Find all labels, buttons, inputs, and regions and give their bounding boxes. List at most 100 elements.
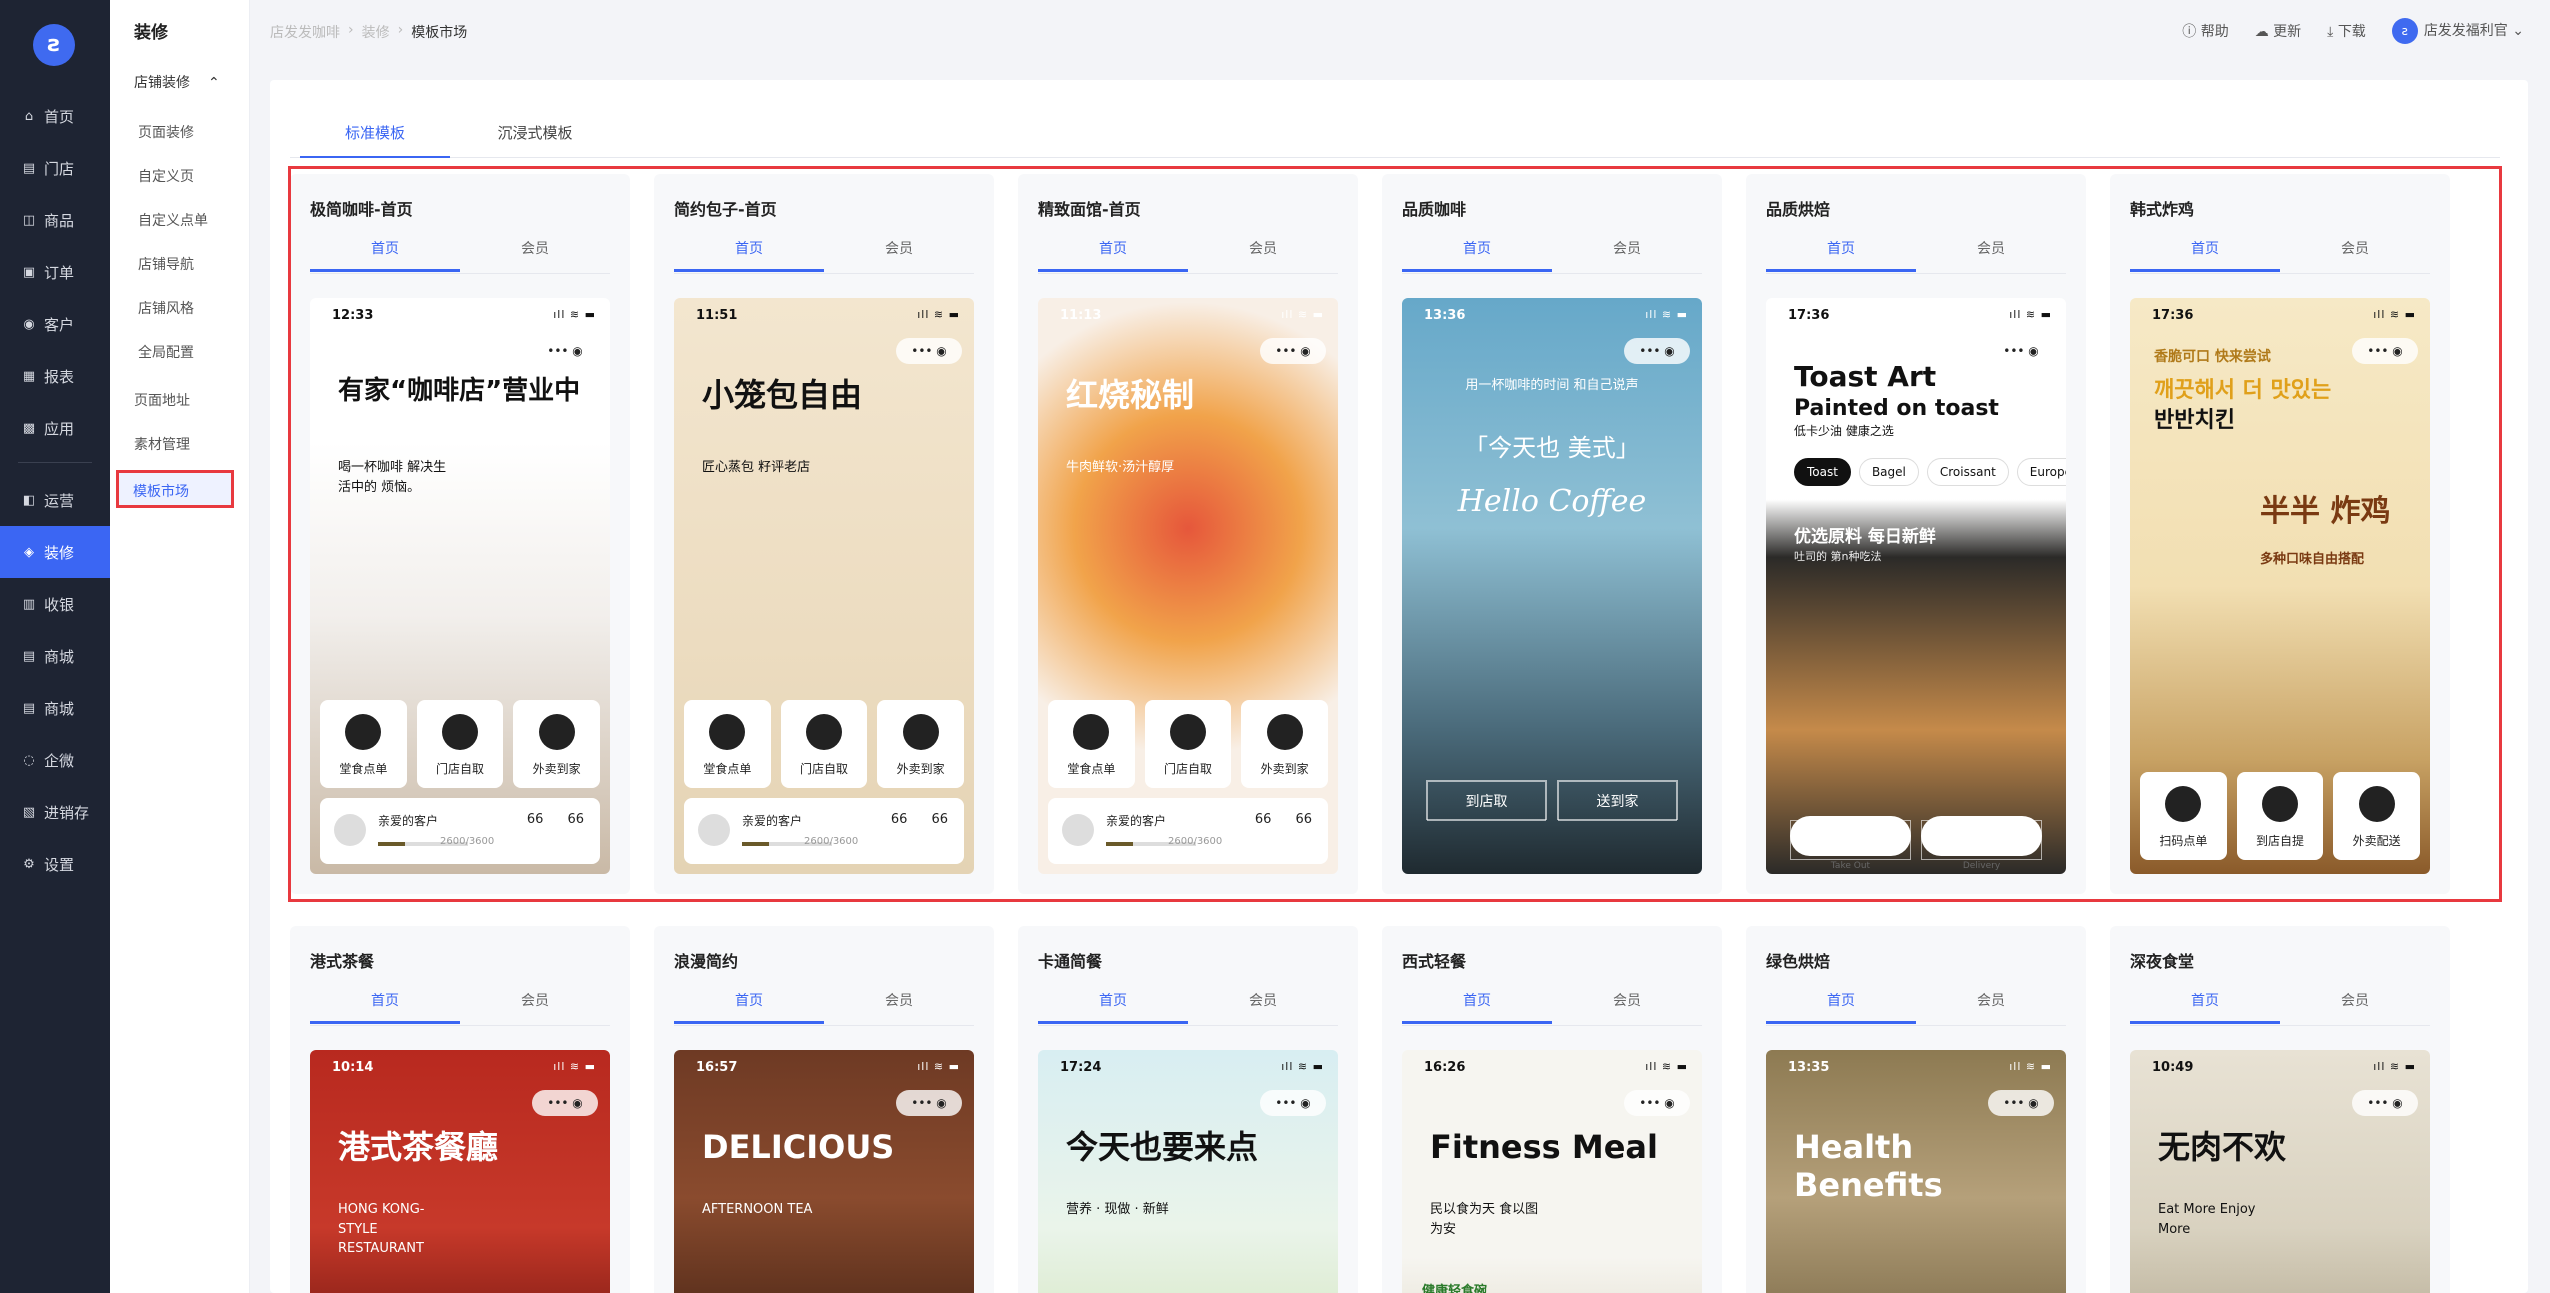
tab-home[interactable]: 首页 <box>1402 990 1552 1024</box>
tab-member[interactable]: 会员 <box>1188 990 1338 1024</box>
tab-home[interactable]: 首页 <box>1038 990 1188 1024</box>
template-preview[interactable]: 16:26 ıll ≋ ▬ ••• ◉ Fitness Meal 民以食为天 食以图为安… <box>1402 1050 1702 1293</box>
category-pill[interactable]: Europe <box>2016 458 2066 486</box>
tab-member[interactable]: 会员 <box>460 238 610 272</box>
template-card[interactable]: 简约包子-首页 首页 会员 11:51 ıll ≋ ▬ ••• ◉ 小笼包自由 匠心蒸包 籽评… <box>654 174 994 894</box>
template-preview[interactable]: 10:49 ıll ≋ ▬ ••• ◉ 无肉不欢 Eat More Enjoy More <box>2130 1050 2430 1293</box>
template-preview[interactable]: 13:35 ıll ≋ ▬ ••• ◉ Health Benefits <box>1766 1050 2066 1293</box>
nav-item-13[interactable]: ▧ 进销存 <box>0 786 110 838</box>
tab-member[interactable]: 会员 <box>1188 238 1338 272</box>
template-preview[interactable]: 16:57 ıll ≋ ▬ ••• ◉ DELICIOUS AFTERNOON TEA <box>674 1050 974 1293</box>
nav-item-1[interactable]: ▤ 门店 <box>0 142 110 194</box>
tab-home[interactable]: 首页 <box>674 990 824 1024</box>
service-1[interactable]: 门店自取 <box>780 700 868 788</box>
template-card[interactable]: 韩式炸鸡 首页 会员 17:36 ıll ≋ ▬ ••• ◉ 香脆可口 快来尝试 깨끗해서 더… <box>2110 174 2450 894</box>
nav-item-6[interactable]: ▩ 应用 <box>0 402 110 454</box>
nav-item-8[interactable]: ◈ 装修 <box>0 526 110 578</box>
action-1[interactable]: 送到家 <box>1557 780 1678 821</box>
template-preview[interactable]: 17:36 ıll ≋ ▬ ••• ◉ 香脆可口 快来尝试 깨끗해서 더 맛있는 반반치킨… <box>2130 298 2430 874</box>
template-preview[interactable]: 10:14 ıll ≋ ▬ ••• ◉ 港式茶餐廳 HONG KONG-STYLE RE… <box>310 1050 610 1293</box>
sub-nav-group-store-decor[interactable]: 店铺装修 ⌃ <box>134 72 220 92</box>
tab-home[interactable]: 首页 <box>310 990 460 1024</box>
tab-member[interactable]: 会员 <box>2280 990 2430 1024</box>
template-card[interactable]: 精致面馆-首页 首页 会员 11:13 ıll ≋ ▬ ••• ◉ 红烧秘制 牛肉鲜软·汤汁醇… <box>1018 174 1358 894</box>
sub-nav-item-5[interactable]: 全局配置 <box>138 342 194 362</box>
sub-nav-item-2[interactable]: 自定义点单 <box>138 210 208 230</box>
sub-nav-item-3[interactable]: 店铺导航 <box>138 254 194 274</box>
nav-item-4[interactable]: ◉ 客户 <box>0 298 110 350</box>
service-2[interactable]: 外卖到家 <box>1241 700 1329 788</box>
template-preview[interactable]: 17:24 ıll ≋ ▬ ••• ◉ 今天也要来点 营养 · 现做 · 新鲜 <box>1038 1050 1338 1293</box>
tab-immersive-templates[interactable]: 沉浸式模板 <box>460 116 610 158</box>
template-preview[interactable]: 17:36 ıll ≋ ▬ ••• ◉ Toast Art Painted on toa… <box>1766 298 2066 874</box>
download-button[interactable]: ⤓ 下载 <box>2327 21 2366 41</box>
tab-home[interactable]: 首页 <box>1766 238 1916 272</box>
action-0[interactable]: 到店取 <box>1426 780 1547 821</box>
service-1[interactable]: 门店自取 <box>416 700 504 788</box>
template-preview[interactable]: 11:13 ıll ≋ ▬ ••• ◉ 红烧秘制 牛肉鲜软·汤汁醇厚 堂食点单 门店自取 外卖… <box>1038 298 1338 874</box>
service-0[interactable]: 堂食点单 <box>320 700 407 788</box>
nav-item-11[interactable]: ▤ 商城 <box>0 682 110 734</box>
template-card[interactable]: 绿色烘焙 首页 会员 13:35 ıll ≋ ▬ ••• ◉ Health Benefits <box>1746 926 2086 1293</box>
sub-nav-item-0[interactable]: 页面装修 <box>138 122 194 142</box>
tab-home[interactable]: 首页 <box>674 238 824 272</box>
template-card[interactable]: 极简咖啡-首页 首页 会员 12:33 ıll ≋ ▬ ••• ◉ 有家“咖啡店”营业中 喝一… <box>290 174 630 894</box>
service-1[interactable]: 到店自提 <box>2236 772 2324 860</box>
service-2[interactable]: 外卖配送 <box>2333 772 2421 860</box>
template-card[interactable]: 浪漫简约 首页 会员 16:57 ıll ≋ ▬ ••• ◉ DELICIOUS AFTERN… <box>654 926 994 1293</box>
tab-member[interactable]: 会员 <box>1552 990 1702 1024</box>
tab-member[interactable]: 会员 <box>824 238 974 272</box>
capsule-menu-icon[interactable]: ••• ◉ <box>1988 1090 2054 1116</box>
sub-nav-item-template-market[interactable]: 模板市场 <box>116 470 234 508</box>
breadcrumb-item[interactable]: 店发发咖啡 <box>270 22 340 42</box>
tab-member[interactable]: 会员 <box>1916 238 2066 272</box>
capsule-menu-icon[interactable]: ••• ◉ <box>896 338 962 364</box>
tab-member[interactable]: 会员 <box>460 990 610 1024</box>
capsule-menu-icon[interactable]: ••• ◉ <box>1988 338 2054 364</box>
template-preview[interactable]: 12:33 ıll ≋ ▬ ••• ◉ 有家“咖啡店”营业中 喝一杯咖啡 解决生活中的 … <box>310 298 610 874</box>
tab-member[interactable]: 会员 <box>1552 238 1702 272</box>
sub-nav-item-1[interactable]: 自定义页 <box>138 166 194 186</box>
breadcrumb-item[interactable]: 装修 <box>362 22 390 42</box>
help-button[interactable]: ⓘ 帮助 <box>2182 21 2228 41</box>
member-card[interactable]: 亲爱的客户 2600/3600 66 66 <box>684 798 964 864</box>
sub-nav-item-extra-1[interactable]: 素材管理 <box>134 434 190 454</box>
update-button[interactable]: ☁ 更新 <box>2255 21 2301 41</box>
tab-home[interactable]: 首页 <box>310 238 460 272</box>
tab-home[interactable]: 首页 <box>1402 238 1552 272</box>
capsule-menu-icon[interactable]: ••• ◉ <box>1260 338 1326 364</box>
template-card[interactable]: 港式茶餐 首页 会员 10:14 ıll ≋ ▬ ••• ◉ 港式茶餐廳 HONG KONG-… <box>290 926 630 1293</box>
sub-nav-item-extra-0[interactable]: 页面地址 <box>134 390 190 410</box>
tab-home[interactable]: 首页 <box>2130 238 2280 272</box>
tab-member[interactable]: 会员 <box>1916 990 2066 1024</box>
user-menu[interactable]: ƨ 店发发福利官 ⌄ <box>2391 18 2524 44</box>
template-card[interactable]: 卡通简餐 首页 会员 17:24 ıll ≋ ▬ ••• ◉ 今天也要来点 营养 · 现做 ·… <box>1018 926 1358 1293</box>
tab-home[interactable]: 首页 <box>1766 990 1916 1024</box>
action-0[interactable]: 自提 Take Out <box>1790 816 1911 871</box>
service-2[interactable]: 外卖到家 <box>513 700 601 788</box>
nav-item-5[interactable]: ▦ 报表 <box>0 350 110 402</box>
action-1[interactable]: 外卖 Delivery <box>1921 816 2042 871</box>
capsule-menu-icon[interactable]: ••• ◉ <box>1260 1090 1326 1116</box>
capsule-menu-icon[interactable]: ••• ◉ <box>1624 1090 1690 1116</box>
service-0[interactable]: 堂食点单 <box>1048 700 1135 788</box>
nav-item-7[interactable]: ◧ 运营 <box>0 474 110 526</box>
app-logo[interactable]: ƨ <box>33 24 75 66</box>
service-0[interactable]: 扫码点单 <box>2140 772 2227 860</box>
service-1[interactable]: 门店自取 <box>1144 700 1232 788</box>
nav-item-3[interactable]: ▣ 订单 <box>0 246 110 298</box>
tab-standard-templates[interactable]: 标准模板 <box>300 116 450 158</box>
tab-member[interactable]: 会员 <box>2280 238 2430 272</box>
service-2[interactable]: 外卖到家 <box>877 700 965 788</box>
tab-member[interactable]: 会员 <box>824 990 974 1024</box>
category-pill[interactable]: Bagel <box>1858 458 1919 486</box>
capsule-menu-icon[interactable]: ••• ◉ <box>2352 1090 2418 1116</box>
nav-item-12[interactable]: ◌ 企微 <box>0 734 110 786</box>
template-card[interactable]: 深夜食堂 首页 会员 10:49 ıll ≋ ▬ ••• ◉ 无肉不欢 Eat More En… <box>2110 926 2450 1293</box>
capsule-menu-icon[interactable]: ••• ◉ <box>2352 338 2418 364</box>
category-pill[interactable]: Toast <box>1794 458 1851 486</box>
tab-home[interactable]: 首页 <box>2130 990 2280 1024</box>
tab-home[interactable]: 首页 <box>1038 238 1188 272</box>
sub-nav-item-4[interactable]: 店铺风格 <box>138 298 194 318</box>
capsule-menu-icon[interactable]: ••• ◉ <box>896 1090 962 1116</box>
